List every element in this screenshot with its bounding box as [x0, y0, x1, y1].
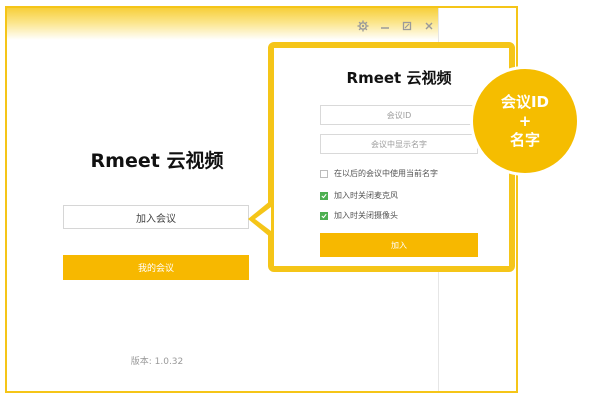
my-meetings-button[interactable]: 我的会议 [63, 255, 249, 280]
join-button[interactable]: 加入 [320, 233, 478, 257]
option-mute-mic[interactable]: 加入时关闭麦克风 [320, 190, 398, 201]
popup-pointer-inner [255, 207, 271, 231]
join-meeting-button[interactable]: 加入会议 [63, 205, 249, 229]
version-label: 版本: 1.0.32 [130, 357, 184, 367]
callout-line-2: + [518, 111, 532, 130]
option-camera-off[interactable]: 加入时关闭摄像头 [320, 210, 398, 221]
callout-line-1: 会议ID [500, 92, 550, 111]
popup-title: Rmeet 云视频 [346, 69, 452, 87]
close-icon[interactable] [418, 18, 440, 34]
camera-off-checkbox[interactable] [320, 211, 328, 220]
option-remember-name[interactable]: 在以后的会议中使用当前名字 [320, 168, 438, 179]
gear-icon[interactable] [352, 18, 374, 34]
mute-mic-label: 加入时关闭麦克风 [334, 191, 398, 200]
minimize-icon[interactable] [374, 18, 396, 34]
meeting-id-input[interactable]: 会议ID [320, 105, 478, 125]
window-controls [352, 18, 440, 34]
callout-bubble: 会议ID + 名字 [470, 66, 580, 176]
callout-line-3: 名字 [509, 130, 540, 149]
camera-off-label: 加入时关闭摄像头 [334, 211, 398, 220]
remember-name-checkbox[interactable] [320, 169, 328, 178]
mute-mic-checkbox[interactable] [320, 191, 328, 200]
display-name-input[interactable]: 会议中显示名字 [320, 134, 478, 154]
app-title: Rmeet 云视频 [90, 150, 224, 172]
maximize-icon[interactable] [396, 18, 418, 34]
remember-name-label: 在以后的会议中使用当前名字 [334, 169, 438, 178]
